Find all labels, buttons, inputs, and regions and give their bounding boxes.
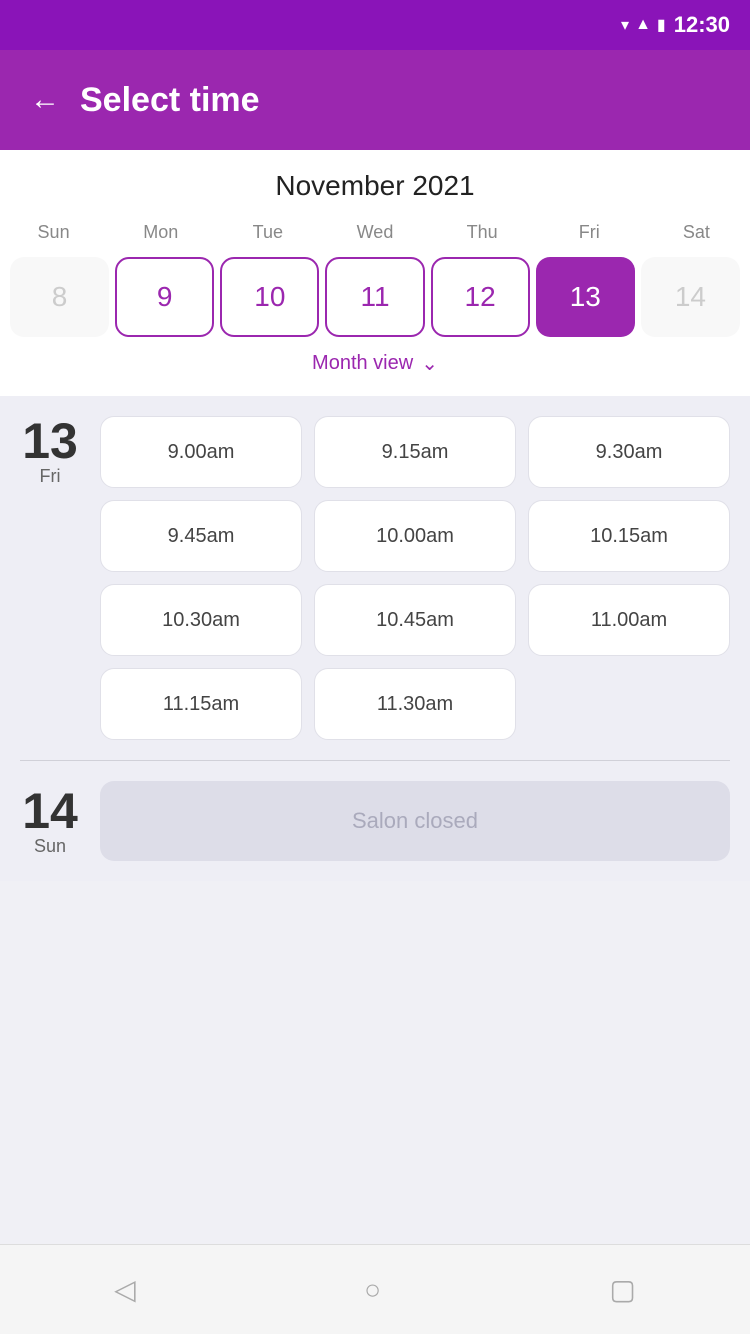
weekday-fri: Fri: [536, 218, 643, 247]
day-12[interactable]: 12: [431, 257, 530, 337]
day-block-14: 14 Sun Salon closed: [20, 781, 730, 861]
time-slot-1045am[interactable]: 10.45am: [314, 584, 516, 656]
day-11[interactable]: 11: [325, 257, 424, 337]
month-view-label: Month view: [312, 352, 413, 375]
time-slot-930am[interactable]: 9.30am: [528, 416, 730, 488]
header: ← Select time: [0, 50, 750, 150]
weekday-labels: Sun Mon Tue Wed Thu Fri Sat: [0, 218, 750, 247]
time-slot-945am[interactable]: 9.45am: [100, 500, 302, 572]
time-slot-1030am[interactable]: 10.30am: [100, 584, 302, 656]
nav-recent-icon[interactable]: ▢: [609, 1273, 635, 1306]
day-13[interactable]: 13: [536, 257, 635, 337]
day-label-14: 14 Sun: [20, 786, 80, 857]
day-9[interactable]: 9: [115, 257, 214, 337]
salon-closed-message: Salon closed: [100, 781, 730, 861]
status-time: 12:30: [674, 12, 730, 38]
time-slot-1000am[interactable]: 10.00am: [314, 500, 516, 572]
day-number-13: 13: [20, 416, 80, 466]
time-slots-section: 13 Fri 9.00am 9.15am 9.30am 9.45am 10.00…: [0, 396, 750, 881]
nav-home-icon[interactable]: ○: [364, 1274, 381, 1306]
time-slot-900am[interactable]: 9.00am: [100, 416, 302, 488]
day-14[interactable]: 14: [641, 257, 740, 337]
section-divider: [20, 760, 730, 761]
status-bar: ▾ ▲ ▮ 12:30: [0, 0, 750, 50]
time-grid-13: 9.00am 9.15am 9.30am 9.45am 10.00am 10.1…: [100, 416, 730, 740]
weekday-sun: Sun: [0, 218, 107, 247]
nav-back-icon[interactable]: ◁: [114, 1273, 136, 1306]
weekday-tue: Tue: [214, 218, 321, 247]
time-slot-1015am[interactable]: 10.15am: [528, 500, 730, 572]
month-view-toggle[interactable]: Month view ⌄: [0, 337, 750, 386]
chevron-down-icon: ⌄: [421, 351, 438, 376]
time-slot-1115am[interactable]: 11.15am: [100, 668, 302, 740]
battery-icon: ▮: [657, 15, 666, 35]
day-name-13: Fri: [20, 466, 80, 487]
day-label-13: 13 Fri: [20, 416, 80, 487]
day-10[interactable]: 10: [220, 257, 319, 337]
time-slot-1130am[interactable]: 11.30am: [314, 668, 516, 740]
time-slot-915am[interactable]: 9.15am: [314, 416, 516, 488]
days-row: 8 9 10 11 12 13 14: [0, 257, 750, 337]
signal-icon: ▲: [635, 16, 651, 34]
calendar-section: November 2021 Sun Mon Tue Wed Thu Fri Sa…: [0, 150, 750, 396]
wifi-icon: ▾: [621, 15, 629, 35]
day-block-13: 13 Fri 9.00am 9.15am 9.30am 9.45am 10.00…: [20, 416, 730, 740]
day-number-14: 14: [20, 786, 80, 836]
day-8[interactable]: 8: [10, 257, 109, 337]
weekday-wed: Wed: [321, 218, 428, 247]
bottom-nav: ◁ ○ ▢: [0, 1244, 750, 1334]
back-button[interactable]: ←: [30, 83, 60, 117]
page-title: Select time: [80, 81, 260, 120]
month-year-label: November 2021: [0, 170, 750, 202]
time-slot-1100am[interactable]: 11.00am: [528, 584, 730, 656]
weekday-sat: Sat: [643, 218, 750, 247]
weekday-mon: Mon: [107, 218, 214, 247]
day-name-14: Sun: [20, 836, 80, 857]
weekday-thu: Thu: [429, 218, 536, 247]
